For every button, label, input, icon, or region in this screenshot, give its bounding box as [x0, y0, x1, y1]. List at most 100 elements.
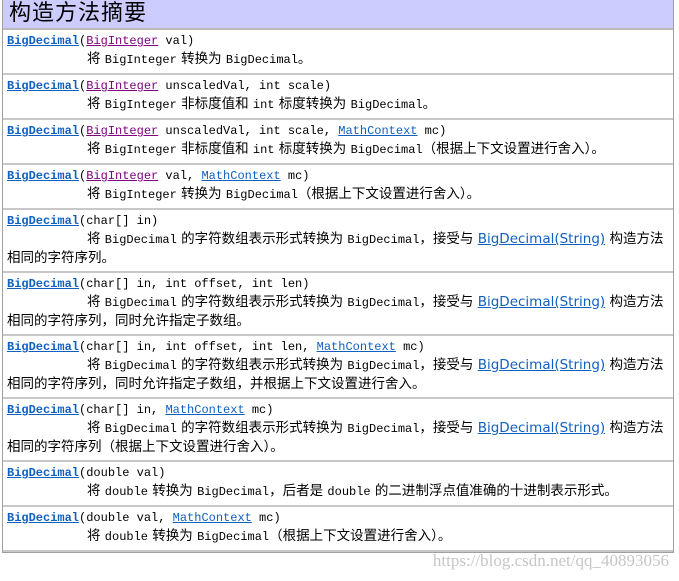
- description-text: 将: [87, 528, 105, 544]
- constructor-summary-table: 构造方法摘要 BigDecimal(BigInteger val) 将 BigIn…: [2, 0, 674, 553]
- description-text: 将: [87, 357, 105, 373]
- description-text: 转换为: [148, 483, 198, 499]
- type-link[interactable]: BigDecimal(String): [478, 231, 605, 247]
- code-text: BigDecimal: [104, 422, 177, 436]
- type-link[interactable]: BigDecimal(String): [478, 357, 605, 373]
- type-link[interactable]: BigDecimal(String): [478, 294, 605, 310]
- constructor-signature: BigDecimal(BigInteger unscaledVal, int s…: [7, 78, 669, 94]
- watermark: https://blog.csdn.net/qq_40893056: [432, 551, 669, 570]
- table-row: BigDecimal(BigInteger unscaledVal, int s…: [3, 120, 673, 165]
- constructor-description: 将 double 转换为 BigDecimal（根据上下文设置进行舍入）。: [7, 527, 669, 546]
- description-text: （根据上下文设置进行舍入）。: [269, 528, 452, 544]
- description-text: 标度转换为: [274, 141, 351, 157]
- constructor-signature: BigDecimal(char[] in): [7, 213, 669, 229]
- constructor-link[interactable]: BigDecimal: [7, 214, 79, 228]
- constructor-link[interactable]: BigDecimal: [7, 79, 79, 93]
- description-text: 转换为: [148, 528, 198, 544]
- code-text: double: [104, 485, 149, 499]
- code-text: BigInteger: [104, 188, 177, 202]
- type-link[interactable]: MathContext: [317, 340, 396, 354]
- description-text: 将: [87, 420, 105, 436]
- constructor-description: 将 BigInteger 转换为 BigDecimal。: [7, 50, 669, 69]
- description-text: 的字符数组表示形式转换为: [176, 294, 348, 310]
- signature-text: (char[] in): [79, 214, 159, 228]
- description-text: ，接受与: [419, 294, 478, 310]
- type-link[interactable]: MathContext: [173, 511, 252, 525]
- class-link[interactable]: BigInteger: [86, 34, 158, 48]
- signature-text: (char[] in,: [79, 403, 166, 417]
- description-text: ，接受与: [419, 231, 478, 247]
- code-text: BigInteger: [104, 53, 177, 67]
- constructor-link[interactable]: BigDecimal: [7, 169, 79, 183]
- signature-text: unscaledVal, int scale,: [158, 124, 339, 138]
- signature-text: unscaledVal, int scale): [158, 79, 332, 93]
- type-link[interactable]: BigDecimal(String): [478, 420, 605, 436]
- code-text: BigDecimal: [104, 233, 177, 247]
- constructor-signature: BigDecimal(char[] in, int offset, int le…: [7, 276, 669, 292]
- code-text: BigDecimal: [347, 233, 420, 247]
- code-text: BigInteger: [104, 143, 177, 157]
- description-text: （根据上下文设置进行舍入）。: [422, 141, 605, 157]
- description-text: 将: [87, 51, 105, 67]
- constructor-link[interactable]: BigDecimal: [7, 277, 79, 291]
- table-row: BigDecimal(double val, MathContext mc) 将 …: [3, 507, 673, 552]
- code-text: BigDecimal: [347, 422, 420, 436]
- signature-text: (double val,: [79, 511, 173, 525]
- constructor-description: 将 BigDecimal 的字符数组表示形式转换为 BigDecimal，接受与…: [7, 356, 669, 393]
- type-link[interactable]: MathContext: [165, 403, 244, 417]
- constructor-rows: BigDecimal(BigInteger val) 将 BigInteger 转…: [3, 30, 673, 552]
- description-text: 的二进制浮点值准确的十进制表示形式。: [370, 483, 618, 499]
- signature-text: mc): [280, 169, 310, 183]
- code-text: BigDecimal: [347, 296, 420, 310]
- table-row: BigDecimal(BigInteger val) 将 BigInteger 转…: [3, 30, 673, 75]
- description-text: 的字符数组表示形式转换为: [176, 420, 348, 436]
- signature-text: mc): [251, 511, 281, 525]
- description-text: （根据上下文设置进行舍入）。: [297, 186, 481, 202]
- constructor-description: 将 BigInteger 非标度值和 int 标度转换为 BigDecimal。: [7, 95, 669, 114]
- signature-text: (double val): [79, 466, 166, 480]
- signature-text: (char[] in, int offset, int len,: [79, 340, 317, 354]
- description-text: 。: [422, 96, 437, 112]
- constructor-link[interactable]: BigDecimal: [7, 340, 79, 354]
- signature-text: val,: [158, 169, 202, 183]
- code-text: BigDecimal: [104, 359, 177, 373]
- code-text: int: [252, 143, 275, 157]
- signature-text: mc): [395, 340, 425, 354]
- description-text: ，接受与: [419, 357, 478, 373]
- table-row: BigDecimal(char[] in, MathContext mc) 将 B…: [3, 399, 673, 462]
- code-text: BigDecimal: [225, 53, 298, 67]
- code-text: BigDecimal: [197, 485, 270, 499]
- code-text: BigDecimal: [350, 143, 423, 157]
- constructor-description: 将 BigDecimal 的字符数组表示形式转换为 BigDecimal，接受与…: [7, 293, 669, 330]
- constructor-description: 将 BigInteger 非标度值和 int 标度转换为 BigDecimal（…: [7, 140, 669, 159]
- constructor-signature: BigDecimal(double val, MathContext mc): [7, 510, 669, 526]
- class-link[interactable]: BigInteger: [86, 79, 158, 93]
- description-text: 将: [87, 483, 105, 499]
- class-link[interactable]: BigInteger: [86, 169, 158, 183]
- description-text: 的字符数组表示形式转换为: [176, 231, 348, 247]
- constructor-signature: BigDecimal(double val): [7, 465, 669, 481]
- constructor-link[interactable]: BigDecimal: [7, 403, 79, 417]
- constructor-link[interactable]: BigDecimal: [7, 124, 79, 138]
- description-text: 将: [87, 294, 105, 310]
- table-row: BigDecimal(char[] in, int offset, int le…: [3, 273, 673, 336]
- code-text: BigDecimal: [225, 188, 298, 202]
- table-row: BigDecimal(char[] in) 将 BigDecimal 的字符数组表…: [3, 210, 673, 273]
- constructor-link[interactable]: BigDecimal: [7, 34, 79, 48]
- constructor-link[interactable]: BigDecimal: [7, 466, 79, 480]
- description-text: 将: [87, 96, 105, 112]
- constructor-link[interactable]: BigDecimal: [7, 511, 79, 525]
- code-text: double: [327, 485, 371, 499]
- type-link[interactable]: MathContext: [201, 169, 280, 183]
- description-text: 的字符数组表示形式转换为: [176, 357, 348, 373]
- constructor-signature: BigDecimal(char[] in, MathContext mc): [7, 402, 669, 418]
- signature-text: mc): [417, 124, 447, 138]
- class-link[interactable]: BigInteger: [86, 124, 158, 138]
- description-text: 将: [87, 141, 105, 157]
- code-text: BigDecimal: [197, 530, 270, 544]
- code-text: BigDecimal: [350, 98, 423, 112]
- constructor-signature: BigDecimal(BigInteger val): [7, 33, 669, 49]
- constructor-signature: BigDecimal(BigInteger unscaledVal, int s…: [7, 123, 669, 139]
- type-link[interactable]: MathContext: [338, 124, 417, 138]
- description-text: 将: [87, 231, 105, 247]
